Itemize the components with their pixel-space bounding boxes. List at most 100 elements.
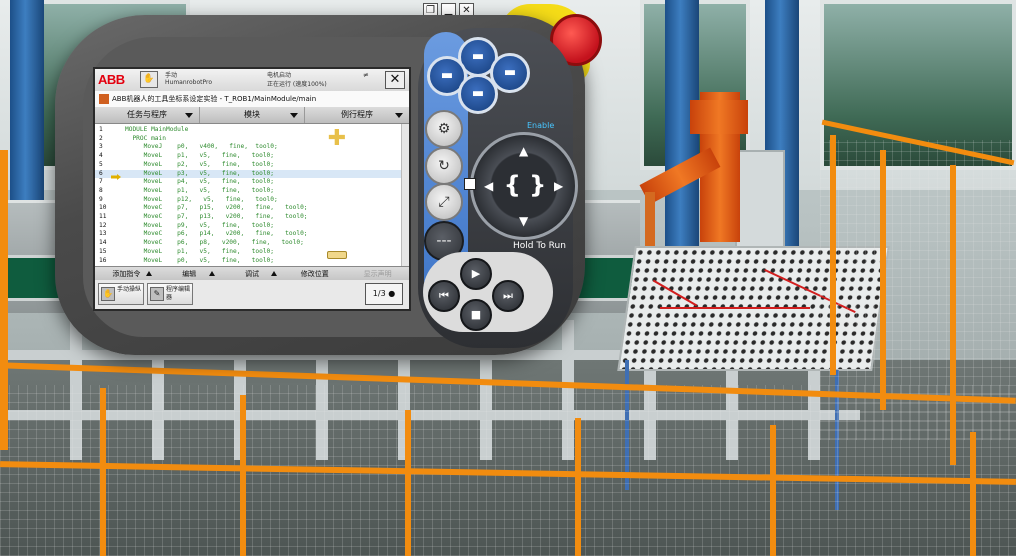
code-line[interactable]: 2 PROC main [95,135,401,144]
taskbar: ✋ 手动操纵 ✎ 程序编辑器 1/3 ● [95,280,409,309]
code-text: MoveL p2, v5, fine, tool0; [125,160,275,168]
programmable-key-4[interactable]: ▬ [458,74,498,114]
axis-mode-icon[interactable]: ⤢ [425,183,463,221]
menu-routines[interactable]: 例行程序 [305,107,409,123]
program-state: 正在运行 (速度100%) [267,81,327,88]
start-icon[interactable]: ▶ [460,258,492,290]
show-declarations-label: 显示声明 [363,270,392,278]
select-mechanical-unit-icon[interactable]: ⚙ [425,110,463,148]
code-text: PROC main [125,134,166,142]
line-number: 6 [99,169,103,177]
taskbar-jogging[interactable]: ✋ 手动操纵 [98,283,144,305]
chevron-down-icon [290,113,298,118]
step-backward-icon[interactable]: ⏮ [428,280,460,312]
line-number: 5 [99,160,103,168]
close-icon[interactable]: ✕ [385,71,405,89]
rapid-code-editor[interactable]: 1 MODULE MainModule 2 PROC main 3 MoveJ p0,… [95,124,409,266]
fence-post [0,150,8,450]
code-text: MoveJ p0, v400, fine, tool0; [125,143,278,151]
code-line[interactable]: 8 MoveL p1, v5, fine, tool0; [95,187,401,196]
code-line[interactable]: 3 MoveJ p0, v400, fine, tool0; [95,143,401,152]
line-number: 14 [99,239,107,247]
code-line[interactable]: 9 MoveL p12, v5, fine, tool0; [95,196,401,205]
vertical-scrollbar[interactable] [401,124,409,266]
editor-menu: 任务与程序 模块 例行程序 [95,107,409,124]
line-number: 4 [99,152,103,160]
code-text: MoveL p1, v5, fine, tool0; [125,247,275,255]
curtain [665,0,699,270]
chevron-up-icon [271,271,278,276]
linear-reorient-icon[interactable]: ↻ [425,147,463,185]
program-editor-icon [99,94,109,104]
editor-command-bar: 添加指令 编辑 调试 修改位置 显示声明 [95,266,409,281]
abb-logo[interactable]: ABB [98,72,125,87]
menu-label: 模块 [244,110,260,119]
line-number: 12 [99,221,107,229]
menu-modules[interactable]: 模块 [200,107,305,123]
code-line[interactable]: 4 MoveL p1, v5, fine, tool0; [95,152,401,161]
jogging-icon: ✋ [101,287,115,301]
code-text: MoveL p12, v5, fine, tool0; [125,195,278,203]
flexpendant-screen: ABB ✋ 手动 HumanrobotPro 电机启动 正在运行 (速度100%… [93,67,411,311]
line-number: 11 [99,213,107,220]
modify-position-button[interactable]: 修改位置 [283,267,346,281]
code-line[interactable]: 13 MoveC p6, p14, v200, fine, tool0; [95,230,401,239]
system-name: HumanrobotPro [165,79,212,86]
code-text: MoveC p6, p8, v200, fine, tool0; [125,239,304,247]
fence-post [950,165,956,465]
code-text: MoveL p0, v5, fine, tool0; [125,256,275,264]
line-number: 8 [99,186,103,194]
fence-post [770,425,776,556]
line-number: 1 [99,126,103,133]
code-text: MoveL p1, v5, fine, tool0; [125,152,275,160]
code-text: MoveL p4, v5, fine, tool0; [125,178,275,186]
code-line[interactable]: 7 MoveL p4, v5, fine, tool0; [95,178,401,187]
code-line[interactable]: 6 MoveL p3, v5, fine, tool0; [95,169,401,178]
taskbar-program-editor[interactable]: ✎ 程序编辑器 [147,283,193,305]
code-line[interactable]: 12 MoveL p9, v5, fine, tool0; [95,222,401,231]
zoom-in-icon[interactable]: ✚ [327,128,347,150]
code-text: MoveL p9, v5, fine, tool0; [125,221,275,229]
speed-label: 1/3 [372,289,386,298]
code-text: MoveL p3, v5, fine, tool0; [125,169,275,177]
line-number: 15 [99,247,107,255]
menu-tasks-programs[interactable]: 任务与程序 [95,107,200,123]
fence-post [575,418,581,556]
debug-button[interactable]: 调试 [221,267,284,281]
zoom-out-icon[interactable] [327,251,347,259]
quickset-speed-button[interactable]: 1/3 ● [365,283,403,305]
enable-device-indicator[interactable] [464,178,476,190]
joystick-icon: { } [503,171,547,199]
code-line[interactable]: 15 MoveL p1, v5, fine, tool0; [95,248,401,257]
add-instruction-button[interactable]: 添加指令 [95,267,158,281]
jogging-label: 手动操纵 [117,286,142,293]
code-line[interactable]: 11 MoveC p7, p13, v200, fine, tool0; [95,213,401,222]
program-editor-task-icon: ✎ [150,287,164,301]
robot-icon: ● [388,289,396,298]
step-forward-icon[interactable]: ⏭ [492,280,524,312]
code-text: MoveC p7, p15, v200, fine, tool0; [125,204,308,212]
line-number: 13 [99,230,107,238]
arrow-up-icon: ▲ [519,144,529,158]
code-line[interactable]: 5 MoveL p2, v5, fine, tool0; [95,161,401,170]
fence-post [405,410,411,556]
code-line[interactable]: 10 MoveC p7, p15, v200, fine, tool0; [95,204,401,213]
code-text: MoveL p1, v5, fine, tool0; [125,186,275,194]
stop-icon[interactable]: ■ [460,299,492,331]
code-line[interactable]: 14 MoveC p6, p8, v200, fine, tool0; [95,239,401,248]
code-text: MODULE MainModule [125,126,189,133]
robot-wrist [645,192,655,252]
edit-label: 编辑 [182,270,197,278]
status-bar: ABB ✋ 手动 HumanrobotPro 电机启动 正在运行 (速度100%… [95,69,409,92]
arrow-left-icon: ◀ [484,179,494,193]
edit-button[interactable]: 编辑 [158,267,221,281]
code-text: MoveC p7, p13, v200, fine, tool0; [125,213,308,220]
chevron-down-icon [395,113,403,118]
page-title: ABB机器人的工具坐标系设定实验 - T_ROB1/MainModule/mai… [112,95,317,103]
code-line[interactable]: 1 MODULE MainModule [95,126,401,135]
hold-to-run-label[interactable]: Hold To Run [513,241,566,251]
code-line[interactable]: 16 MoveL p0, v5, fine, tool0; [95,257,401,266]
operating-mode: 手动 [165,72,178,79]
arrow-down-icon: ▼ [519,214,529,228]
modify-position-label: 修改位置 [300,270,329,278]
